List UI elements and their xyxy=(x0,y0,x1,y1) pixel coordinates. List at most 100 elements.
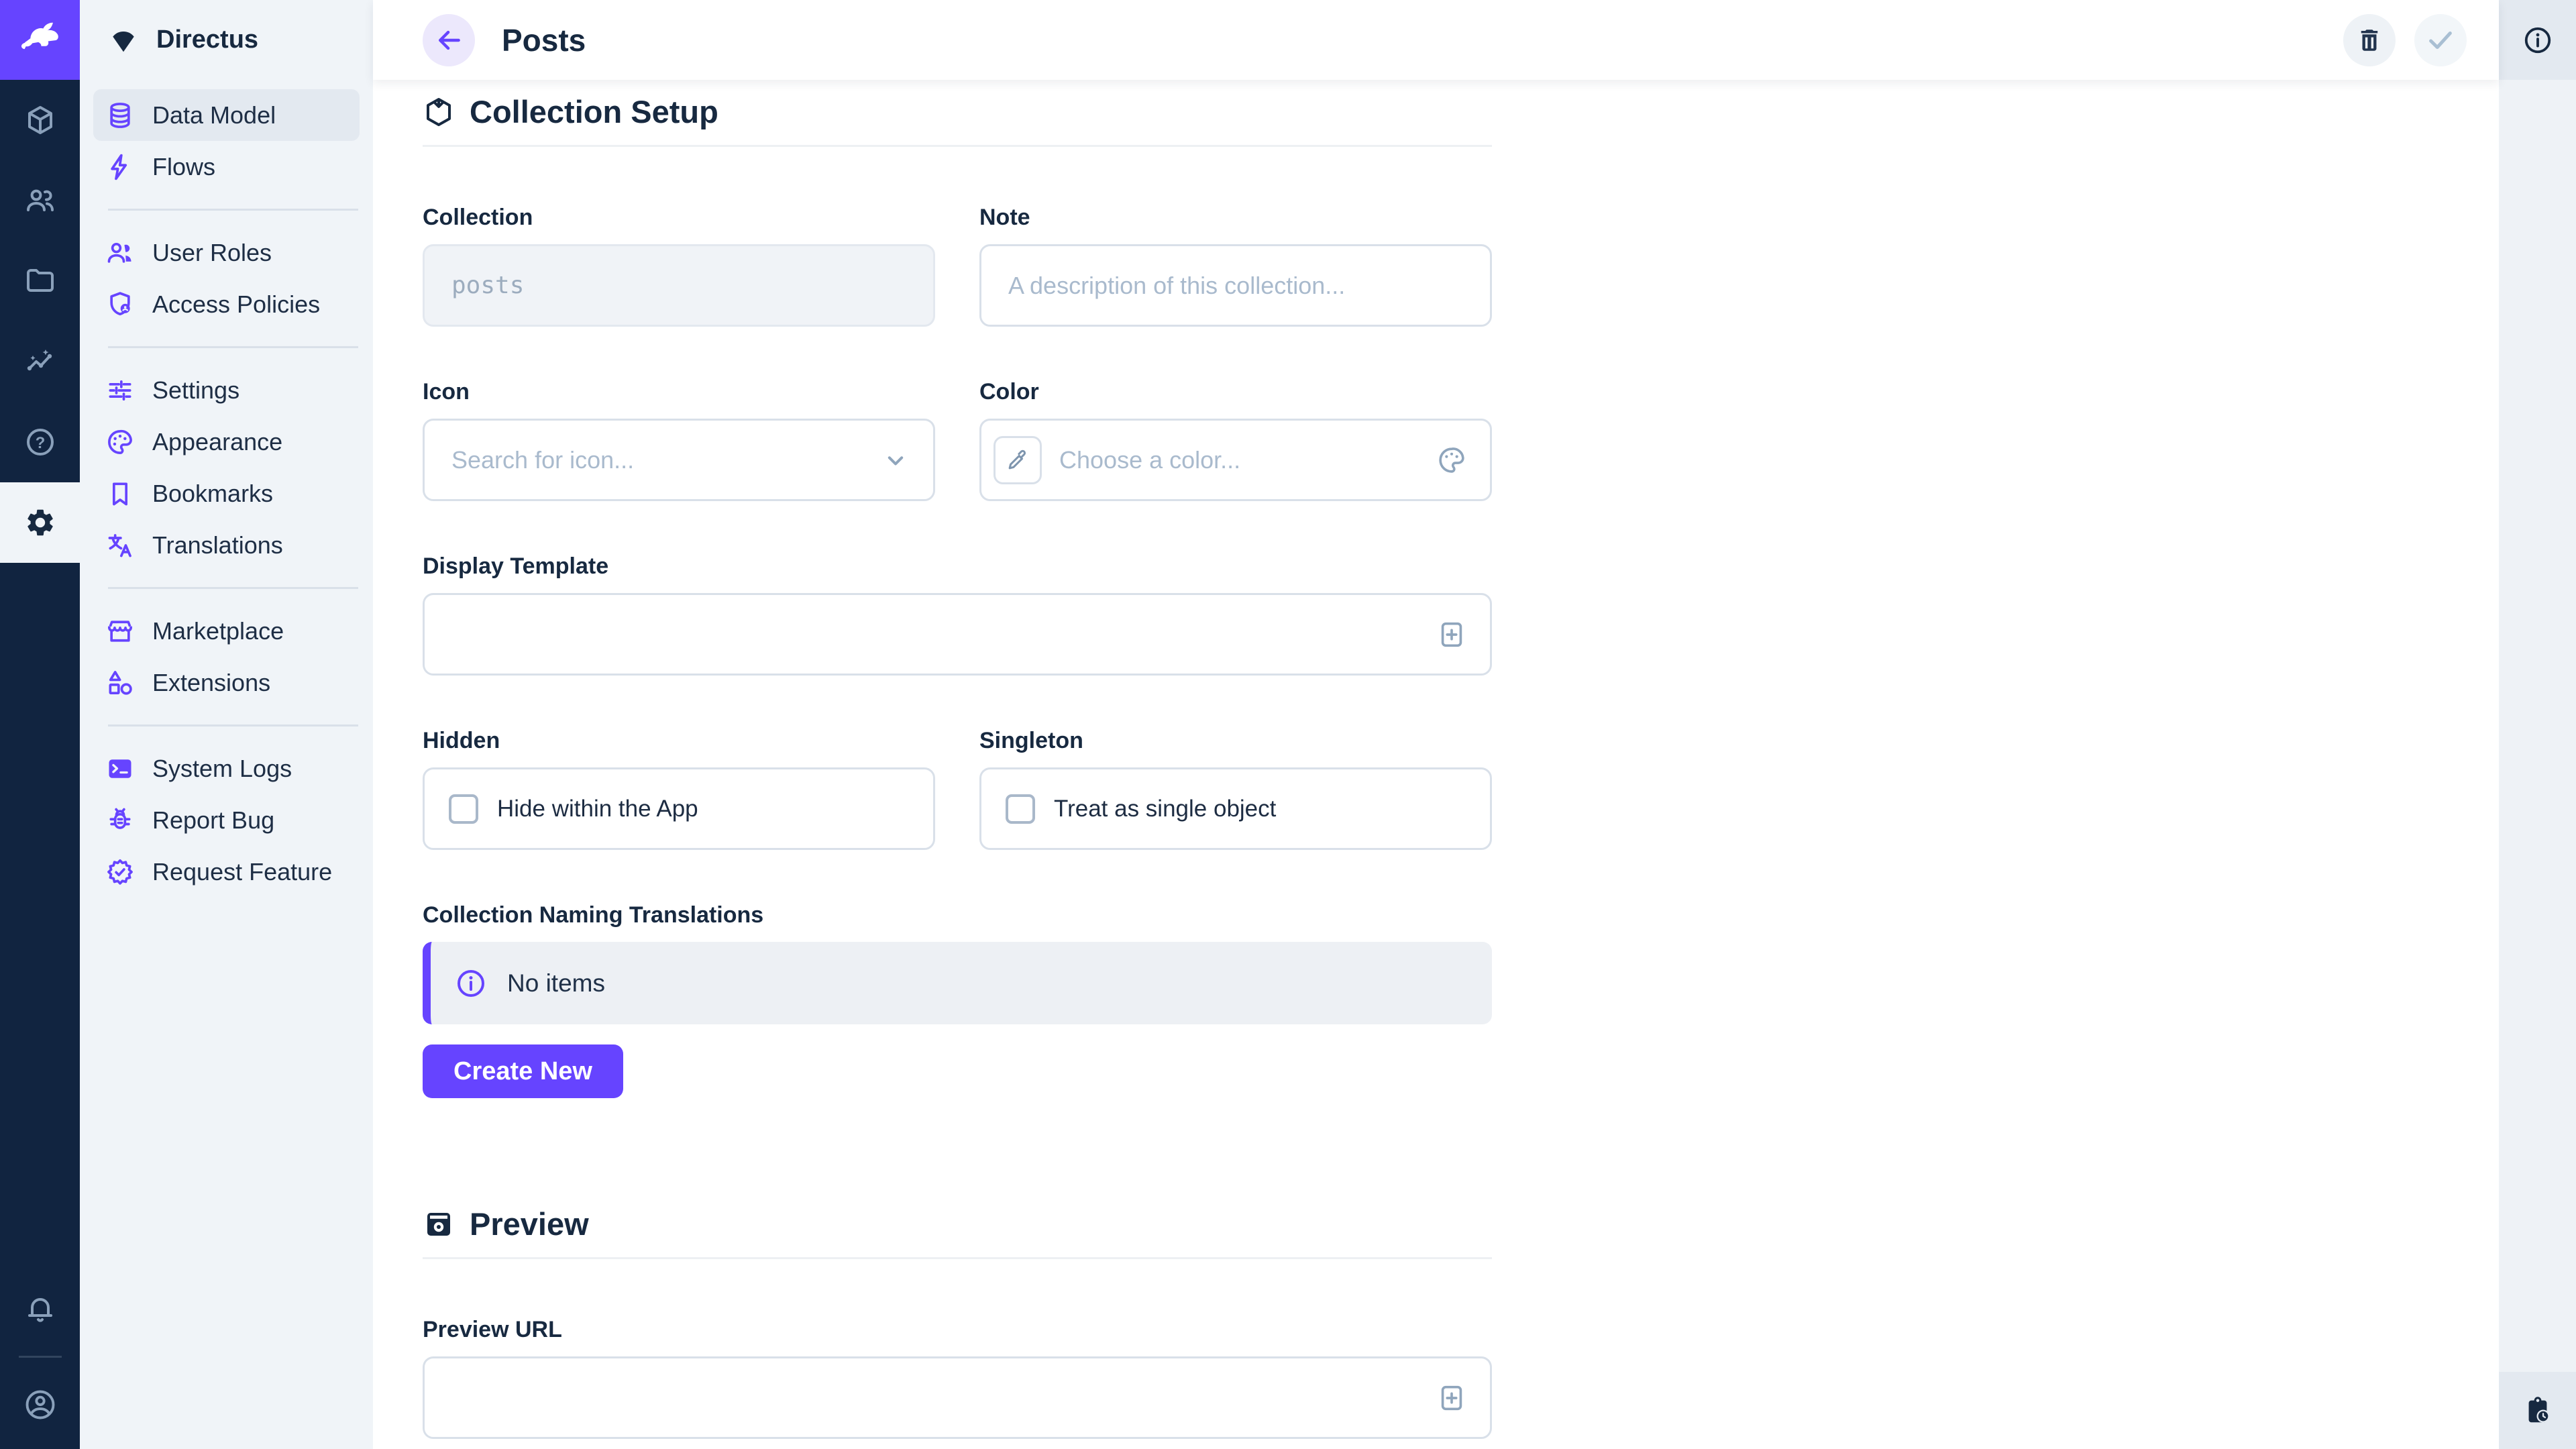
color-placeholder: Choose a color... xyxy=(1059,446,1240,474)
revisions-sidebar-button[interactable] xyxy=(2499,1372,2576,1449)
info-icon xyxy=(2522,25,2553,56)
info-sidebar-button[interactable] xyxy=(2499,0,2576,80)
color-input[interactable]: Choose a color... xyxy=(979,419,1492,501)
module-insights[interactable] xyxy=(0,321,80,402)
sidebar-item-access-policies[interactable]: Access Policies xyxy=(93,278,360,330)
sidebar-item-bookmarks[interactable]: Bookmarks xyxy=(93,468,360,519)
sidebar-item-label: Marketplace xyxy=(152,617,284,645)
bell-icon xyxy=(24,1293,56,1325)
right-sidebar xyxy=(2499,0,2576,1449)
notifications-button[interactable] xyxy=(0,1269,80,1349)
delete-button[interactable] xyxy=(2343,14,2396,66)
field-label: Display Template xyxy=(423,553,1492,580)
back-button[interactable] xyxy=(423,14,475,66)
sidebar-item-appearance[interactable]: Appearance xyxy=(93,416,360,468)
info-icon xyxy=(455,967,487,1000)
module-bar-bottom xyxy=(0,1269,80,1449)
module-user-directory[interactable] xyxy=(0,160,80,241)
header-actions xyxy=(2343,14,2467,66)
chevron-down-icon xyxy=(881,445,910,475)
color-swatch[interactable] xyxy=(994,436,1042,484)
sidebar-item-flows[interactable]: Flows xyxy=(93,141,360,193)
field-note: Note xyxy=(979,205,1492,327)
settings-sidebar: Directus Data Model Flows User Roles xyxy=(80,0,373,1449)
field-label: Singleton xyxy=(979,728,1492,754)
people-icon xyxy=(105,238,135,268)
field-icon: Icon Search for icon... xyxy=(423,379,935,501)
sidebar-divider xyxy=(108,209,358,211)
folder-icon xyxy=(24,265,56,297)
field-label: Collection Naming Translations xyxy=(423,902,1492,928)
field-naming-translations: Collection Naming Translations No items … xyxy=(423,902,1492,1098)
note-input[interactable] xyxy=(979,244,1492,327)
project-header[interactable]: Directus xyxy=(80,0,373,80)
sidebar-divider xyxy=(108,587,358,589)
add-box-icon xyxy=(1436,1383,1467,1413)
account-icon xyxy=(23,1387,58,1422)
module-bar: ? xyxy=(0,0,80,1449)
sidebar-item-label: Extensions xyxy=(152,669,270,697)
sidebar-item-user-roles[interactable]: User Roles xyxy=(93,227,360,278)
eyedropper-icon xyxy=(1005,447,1030,473)
section-divider xyxy=(423,145,1492,147)
feature-badge-icon xyxy=(105,857,135,887)
hidden-checkbox[interactable]: Hide within the App xyxy=(423,767,935,850)
icon-select-placeholder: Search for icon... xyxy=(451,446,634,474)
sidebar-item-system-logs[interactable]: System Logs xyxy=(93,743,360,794)
module-settings[interactable] xyxy=(0,482,80,563)
account-button[interactable] xyxy=(0,1364,80,1445)
field-label: Hidden xyxy=(423,728,935,754)
field-singleton: Singleton Treat as single object xyxy=(979,728,1492,850)
field-label: Collection xyxy=(423,205,935,231)
users-icon xyxy=(24,184,56,217)
sidebar-item-report-bug[interactable]: Report Bug xyxy=(93,794,360,846)
module-content[interactable] xyxy=(0,80,80,160)
sidebar-item-settings[interactable]: Settings xyxy=(93,364,360,416)
sidebar-item-request-feature[interactable]: Request Feature xyxy=(93,846,360,898)
field-label: Preview URL xyxy=(423,1317,1492,1343)
sidebar-item-label: Settings xyxy=(152,376,239,405)
save-button[interactable] xyxy=(2414,14,2467,66)
sidebar-item-marketplace[interactable]: Marketplace xyxy=(93,605,360,657)
bookmark-icon xyxy=(105,479,135,508)
storefront-icon xyxy=(105,616,135,646)
empty-items-notice: No items xyxy=(423,942,1492,1024)
palette-icon xyxy=(1436,445,1467,476)
icon-select[interactable]: Search for icon... xyxy=(423,419,935,501)
shapes-icon xyxy=(105,668,135,698)
package-icon xyxy=(423,96,455,128)
section-divider xyxy=(423,1257,1492,1259)
sidebar-item-label: User Roles xyxy=(152,239,272,267)
sidebar-item-extensions[interactable]: Extensions xyxy=(93,657,360,708)
preview-url-input[interactable] xyxy=(423,1356,1492,1439)
add-box-icon xyxy=(1436,619,1467,650)
check-icon xyxy=(2425,25,2456,56)
sidebar-item-translations[interactable]: Translations xyxy=(93,519,360,571)
collection-settings-form: Collection Setup Collection Note Icon Se… xyxy=(373,80,2499,1449)
translate-icon xyxy=(105,531,135,560)
trash-icon xyxy=(2355,26,2383,54)
module-docs[interactable]: ? xyxy=(0,402,80,482)
database-icon xyxy=(105,101,135,130)
sidebar-item-label: Flows xyxy=(152,153,215,181)
collection-input[interactable] xyxy=(423,244,935,327)
field-label: Color xyxy=(979,379,1492,405)
directus-logo[interactable] xyxy=(0,0,80,80)
singleton-checkbox[interactable]: Treat as single object xyxy=(979,767,1492,850)
display-template-input[interactable] xyxy=(423,593,1492,676)
section-preview: Preview xyxy=(423,1205,1492,1242)
create-new-button[interactable]: Create New xyxy=(423,1044,623,1098)
sidebar-item-label: Bookmarks xyxy=(152,480,273,508)
sidebar-item-label: Appearance xyxy=(152,428,282,456)
rabbit-icon xyxy=(17,17,64,64)
field-display-template: Display Template xyxy=(423,553,1492,676)
cube-icon xyxy=(24,104,56,136)
clipboard-clock-icon xyxy=(2522,1395,2553,1426)
sidebar-item-label: Data Model xyxy=(152,101,276,129)
sidebar-item-data-model[interactable]: Data Model xyxy=(93,89,360,141)
sidebar-item-label: Translations xyxy=(152,531,283,559)
module-file-library[interactable] xyxy=(0,241,80,321)
sidebar-item-label: Request Feature xyxy=(152,858,332,886)
shield-person-icon xyxy=(105,290,135,319)
sidebar-nav: Data Model Flows User Roles Acc xyxy=(80,80,373,907)
